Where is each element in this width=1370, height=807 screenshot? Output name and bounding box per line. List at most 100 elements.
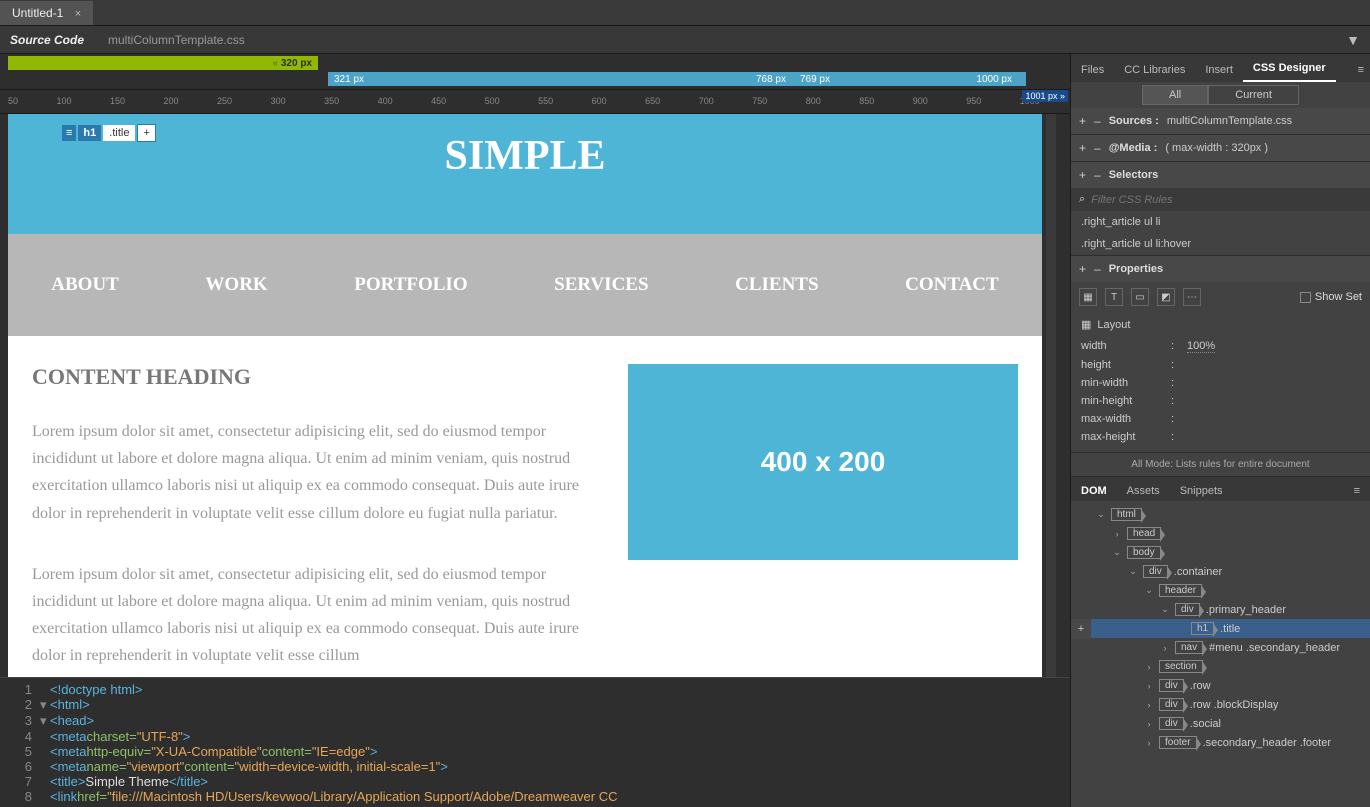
dom-node[interactable]: ⌄div.container (1071, 562, 1370, 581)
dom-tag: footer (1159, 736, 1197, 749)
toggle-icon[interactable]: ⌄ (1159, 604, 1171, 615)
dom-tree[interactable]: ⌄html›head⌄body⌄div.container⌄header⌄div… (1071, 501, 1370, 807)
document-tab[interactable]: Untitled-1 × (0, 1, 93, 25)
toggle-all[interactable]: All (1142, 85, 1208, 105)
dom-node[interactable]: ›footer.secondary_header .footer (1071, 733, 1370, 752)
sources-section[interactable]: + – Sources : multiColumnTemplate.css (1071, 108, 1370, 134)
toggle-icon[interactable]: › (1143, 700, 1155, 710)
dom-node[interactable]: ›div.row (1071, 676, 1370, 695)
toggle-icon[interactable]: ⌄ (1143, 585, 1155, 596)
scrubber-marker[interactable]: 1001 px » (1022, 90, 1068, 102)
toggle-icon[interactable]: › (1143, 681, 1155, 691)
toggle-icon[interactable]: ⌄ (1111, 547, 1123, 558)
page-title[interactable]: SIMPLE (8, 132, 1042, 180)
toggle-current[interactable]: Current (1208, 85, 1299, 105)
toggle-icon[interactable]: ⌄ (1127, 566, 1139, 577)
dom-node[interactable]: ⌄body (1071, 543, 1370, 562)
plus-icon[interactable]: + (1079, 262, 1086, 276)
content-heading: CONTENT HEADING (32, 364, 598, 390)
media-query-bar[interactable]: 320 px 321 px 768 px 769 px 1000 px (0, 54, 1070, 90)
dom-tag: div (1159, 717, 1184, 730)
selected-tag[interactable]: h1 (78, 125, 101, 141)
related-css-tab[interactable]: multiColumnTemplate.css (108, 33, 245, 47)
add-selector-button[interactable]: + (137, 124, 155, 142)
add-node-button[interactable]: + (1071, 619, 1091, 639)
property-row[interactable]: max-height: (1081, 428, 1360, 446)
dom-tag: div (1159, 698, 1184, 711)
dom-tag: div (1159, 679, 1184, 692)
nav-link[interactable]: CONTACT (905, 274, 999, 296)
minus-icon[interactable]: – (1094, 168, 1101, 182)
filter-input[interactable] (1091, 194, 1362, 206)
toggle-icon[interactable]: › (1143, 719, 1155, 729)
show-set-checkbox[interactable] (1300, 292, 1311, 303)
nav-link[interactable]: CLIENTS (735, 274, 818, 296)
selected-class[interactable]: .title (103, 125, 135, 141)
plus-icon[interactable]: + (1079, 141, 1086, 155)
dom-node[interactable]: ›section (1071, 657, 1370, 676)
nav-link[interactable]: WORK (205, 274, 267, 296)
search-icon: ⌕ (1079, 193, 1085, 206)
text-icon[interactable]: T (1105, 288, 1123, 306)
property-row[interactable]: min-height: (1081, 392, 1360, 410)
media-query-range[interactable]: 321 px 768 px 769 px 1000 px (328, 72, 1026, 86)
css-rule[interactable]: .right_article ul li (1071, 211, 1370, 233)
dom-tab[interactable]: Snippets (1170, 481, 1233, 501)
property-row[interactable]: min-width: (1081, 374, 1360, 392)
toggle-icon[interactable]: › (1111, 529, 1123, 539)
dom-node[interactable]: h1.title+ (1071, 619, 1370, 638)
property-row[interactable]: width:100% (1081, 337, 1360, 356)
dom-node[interactable]: ⌄html (1071, 505, 1370, 524)
nav-link[interactable]: ABOUT (51, 274, 119, 296)
dom-tag: header (1159, 584, 1202, 597)
source-code-tab[interactable]: Source Code (10, 33, 84, 47)
panel-tab[interactable]: Insert (1195, 58, 1243, 82)
dom-tab[interactable]: DOM (1071, 481, 1117, 501)
dom-node[interactable]: ⌄div.primary_header (1071, 600, 1370, 619)
live-preview-canvas[interactable]: SIMPLE ABOUT WORK PORTFOLIO SERVICES CLIENTS… (8, 114, 1042, 677)
properties-section[interactable]: + – Properties (1071, 256, 1370, 282)
background-icon[interactable]: ◩ (1157, 288, 1175, 306)
selectors-section[interactable]: + – Selectors (1071, 162, 1370, 188)
dom-tab[interactable]: Assets (1117, 481, 1170, 501)
minus-icon[interactable]: – (1094, 262, 1101, 276)
dom-tag: head (1127, 527, 1161, 540)
close-icon[interactable]: × (75, 8, 81, 20)
minus-icon[interactable]: – (1094, 114, 1101, 128)
nav-link[interactable]: SERVICES (554, 274, 648, 296)
property-row[interactable]: max-width: (1081, 410, 1360, 428)
dom-node[interactable]: ›div.row .blockDisplay (1071, 695, 1370, 714)
panel-tab[interactable]: Files (1071, 58, 1114, 82)
filter-icon[interactable]: ▼ (1346, 32, 1360, 48)
dom-node[interactable]: ›nav#menu .secondary_header (1071, 638, 1370, 657)
plus-icon[interactable]: + (1079, 114, 1086, 128)
toggle-icon[interactable]: ⌄ (1095, 509, 1107, 520)
hamburger-icon[interactable]: ≡ (62, 125, 76, 141)
toggle-icon[interactable]: › (1143, 662, 1155, 672)
dom-node[interactable]: › head (1071, 524, 1370, 543)
page-nav: ABOUT WORK PORTFOLIO SERVICES CLIENTS CONTACT (8, 234, 1042, 336)
toggle-icon[interactable]: › (1143, 738, 1155, 748)
dom-node[interactable]: ›div.social (1071, 714, 1370, 733)
dom-node[interactable]: ⌄ header (1071, 581, 1370, 600)
property-row[interactable]: height: (1081, 356, 1360, 374)
dom-class: .primary_header (1206, 604, 1286, 616)
panel-menu-icon[interactable]: ≡ (1352, 58, 1370, 82)
code-view[interactable]: 1 <!doctype html> 2▾<html> 3▾<head> 4 <m… (0, 677, 1070, 807)
nav-link[interactable]: PORTFOLIO (354, 274, 467, 296)
toggle-icon[interactable]: › (1159, 643, 1171, 653)
border-icon[interactable]: ▭ (1131, 288, 1149, 306)
media-section[interactable]: + – @Media : ( max-width : 320px ) (1071, 135, 1370, 161)
minus-icon[interactable]: – (1094, 141, 1101, 155)
layout-icon[interactable]: ▦ (1079, 288, 1097, 306)
more-icon[interactable]: ⋯ (1183, 288, 1201, 306)
panel-menu-icon[interactable]: ≡ (1344, 481, 1370, 501)
scrollbar[interactable] (1046, 114, 1056, 677)
panel-tab[interactable]: CSS Designer (1243, 56, 1336, 82)
css-rule[interactable]: .right_article ul li:hover (1071, 233, 1370, 255)
media-query-320[interactable]: 320 px (8, 56, 318, 70)
panel-tab[interactable]: CC Libraries (1114, 58, 1195, 82)
filter-selectors[interactable]: ⌕ (1071, 188, 1370, 211)
dom-class: .title (1220, 623, 1240, 635)
plus-icon[interactable]: + (1079, 168, 1086, 182)
